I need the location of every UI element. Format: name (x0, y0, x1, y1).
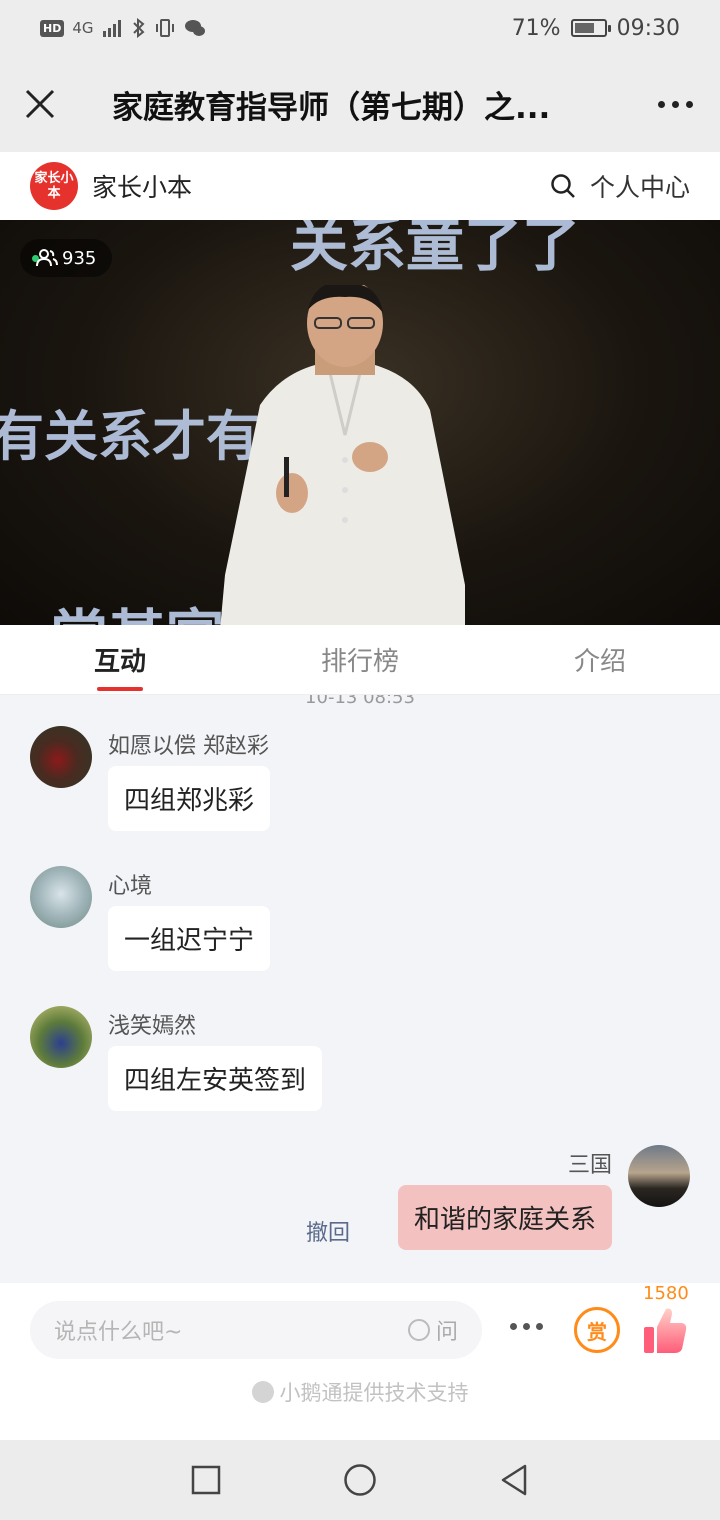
ask-label: 问 (435, 1320, 458, 1345)
close-icon (25, 89, 55, 119)
signal-icon (102, 20, 121, 37)
avatar[interactable] (30, 866, 92, 928)
viewer-count-badge: 935 (20, 239, 113, 277)
status-right: 71% 09:30 (512, 16, 680, 41)
support-text: 小鹅通提供技术支持 (279, 1381, 469, 1405)
chat-list[interactable]: 10-13 08:53 如愿以偿 郑赵彩 四组郑兆彩 心境 一组迟宁宁 浅笑嫣然… (0, 695, 720, 1283)
viewer-count: 935 (62, 247, 97, 269)
network-label: 4G (72, 19, 94, 37)
wechat-icon (184, 20, 205, 36)
chat-timestamp: 10-13 08:53 (305, 695, 415, 708)
ask-toggle[interactable]: 问 (407, 1314, 458, 1346)
close-button[interactable] (0, 56, 80, 152)
search-icon[interactable] (550, 173, 576, 199)
slide-text-line: 关系童了了 (290, 220, 581, 279)
status-icons: HD 4G (40, 18, 206, 38)
tab-leaderboard[interactable]: 排行榜 (240, 625, 480, 694)
status-bar: HD 4G 71% 09:30 (0, 0, 720, 56)
reward-button[interactable]: 赏 (574, 1307, 620, 1353)
brand-name[interactable]: 家长小本 (92, 168, 192, 204)
message-author: 心境 (108, 874, 153, 899)
avatar[interactable] (30, 1006, 92, 1068)
message-author: 如愿以偿 郑赵彩 (108, 734, 269, 759)
clock: 09:30 (616, 15, 680, 41)
radio-icon (407, 1319, 430, 1341)
brand-logo[interactable]: 家长小本 (30, 162, 78, 210)
page-title: 家庭教育指导师（第七期）之... (112, 89, 551, 126)
battery-fill (574, 23, 595, 33)
speaker-figure (220, 285, 465, 625)
bluetooth-icon (132, 18, 145, 38)
comment-input[interactable]: 说点什么吧~ 问 (30, 1301, 482, 1359)
brand-header: 家长小本 家长小本 个人中心 (0, 152, 720, 220)
tab-introduction[interactable]: 介绍 (480, 625, 720, 694)
more-options-button[interactable] (510, 1323, 543, 1330)
system-nav-bar (0, 1440, 720, 1520)
more-dot-icon (523, 1323, 530, 1330)
avatar[interactable] (30, 726, 92, 788)
hd-icon: HD (40, 19, 65, 37)
home-icon[interactable] (343, 1463, 377, 1497)
more-dot-icon (671, 100, 679, 108)
battery-percent: 71% (511, 15, 561, 41)
like-count: 1580 (643, 1283, 689, 1304)
thumbs-up-icon[interactable] (642, 1305, 688, 1355)
back-icon[interactable] (499, 1463, 529, 1497)
brand-actions: 个人中心 (550, 168, 690, 204)
more-menu-button[interactable] (630, 56, 720, 152)
recent-apps-icon[interactable] (191, 1465, 221, 1495)
more-dot-icon (510, 1323, 517, 1330)
message-author: 三国 (567, 1153, 612, 1178)
tab-bar: 互动 排行榜 介绍 (0, 625, 720, 695)
recall-button[interactable]: 撤回 (306, 1215, 350, 1247)
viewers-icon (36, 249, 58, 267)
message-bubble[interactable]: 四组左安英签到 (108, 1046, 323, 1111)
message-bubble[interactable]: 四组郑兆彩 (108, 766, 271, 831)
more-dot-icon (657, 100, 665, 108)
message-bubble[interactable]: 和谐的家庭关系 (397, 1185, 612, 1250)
message-author: 浅笑嫣然 (108, 1014, 197, 1039)
message-bubble[interactable]: 一组迟宁宁 (108, 906, 271, 971)
avatar[interactable] (628, 1145, 690, 1207)
personal-center-link[interactable]: 个人中心 (590, 168, 690, 204)
xiaoe-logo-icon (251, 1381, 274, 1403)
title-bar: 家庭教育指导师（第七期）之... (0, 56, 720, 152)
vibrate-icon (155, 19, 174, 37)
tech-support-footer: 小鹅通提供技术支持 (0, 1377, 720, 1407)
battery-icon (570, 19, 611, 37)
live-video-player[interactable]: 关系童了了 有关系才有教育 常基宴就是关 935 (0, 220, 720, 625)
more-dot-icon (685, 100, 693, 108)
more-dot-icon (536, 1323, 543, 1330)
comment-input-area: 说点什么吧~ 问 赏 1580 小鹅通提供技术支持 (0, 1283, 720, 1440)
comment-placeholder: 说点什么吧~ (54, 1320, 183, 1345)
tab-interaction[interactable]: 互动 (0, 625, 240, 694)
